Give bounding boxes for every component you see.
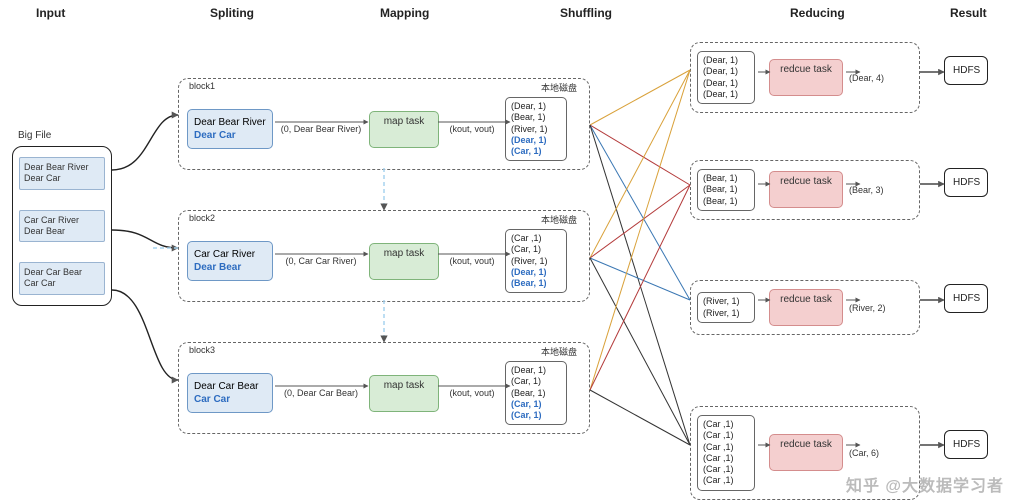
kv: (Dear, 1)	[511, 101, 561, 112]
stage-mapping: Mapping	[380, 6, 429, 20]
map-output: (Dear, 1) (Car, 1) (Bear, 1) (Car, 1) (C…	[505, 361, 567, 425]
kv: (River, 1)	[703, 308, 749, 319]
split-line1: Dear Bear River	[194, 116, 266, 129]
kv: (River, 1)	[511, 124, 561, 135]
reduce-task: redcue task	[769, 289, 843, 326]
kv: (Dear, 1)	[703, 78, 749, 89]
watermark: 知乎 @大数据学习者	[846, 472, 1004, 496]
kv: (Car, 1)	[511, 244, 561, 255]
disk-label: 本地磁盘	[541, 345, 577, 358]
stage-splitting: Spliting	[210, 6, 254, 20]
map-output: (Car ,1) (Car, 1) (River, 1) (Dear, 1) (…	[505, 229, 567, 293]
kv: (Bear, 1)	[703, 196, 749, 207]
reduce-out: (Car, 6)	[849, 448, 879, 458]
reduce-task: redcue task	[769, 171, 843, 208]
block-label: block1	[189, 81, 215, 91]
reduce-input: (Bear, 1) (Bear, 1) (Bear, 1)	[697, 169, 755, 211]
file-line: Dear Bear River Dear Car	[19, 157, 105, 190]
kv-label: (kout, vout)	[449, 256, 494, 266]
split-box: Dear Bear River Dear Car	[187, 109, 273, 149]
kv: (Car, 1)	[511, 146, 561, 157]
kv: (Car ,1)	[703, 430, 749, 441]
split-line1: Dear Car Bear	[194, 380, 266, 393]
block-group-2: block2 本地磁盘 Car Car River Dear Bear (0, …	[178, 210, 590, 302]
kv: (Bear, 1)	[703, 184, 749, 195]
kv: (Dear, 1)	[511, 365, 561, 376]
reduce-out: (River, 2)	[849, 303, 886, 313]
kv: (Car, 1)	[511, 376, 561, 387]
map-output: (Dear, 1) (Bear, 1) (River, 1) (Dear, 1)…	[505, 97, 567, 161]
map-input-label: (0, Dear Bear River)	[281, 124, 362, 134]
kv: (Car ,1)	[703, 419, 749, 430]
kv: (Bear, 1)	[703, 173, 749, 184]
reduce-group-dear: (Dear, 1) (Dear, 1) (Dear, 1) (Dear, 1) …	[690, 42, 920, 113]
kv: (Bear, 1)	[511, 278, 561, 289]
kv: (Car, 1)	[511, 399, 561, 410]
disk-label: 本地磁盘	[541, 81, 577, 94]
file-line: Dear Car Bear Car Car	[19, 262, 105, 295]
kv: (Car ,1)	[703, 475, 749, 486]
block-label: block3	[189, 345, 215, 355]
split-box: Dear Car Bear Car Car	[187, 373, 273, 413]
stage-input: Input	[36, 6, 65, 20]
kv: (Dear, 1)	[511, 135, 561, 146]
kv-label: (kout, vout)	[449, 124, 494, 134]
file-line: Car Car River Dear Bear	[19, 210, 105, 243]
hdfs-output: HDFS	[944, 430, 988, 459]
stage-reducing: Reducing	[790, 6, 845, 20]
kv: (River, 1)	[703, 296, 749, 307]
split-line2: Car Car	[194, 393, 266, 406]
kv-label: (kout, vout)	[449, 388, 494, 398]
reduce-group-river: (River, 1) (River, 1) redcue task (River…	[690, 280, 920, 335]
block-group-3: block3 本地磁盘 Dear Car Bear Car Car (0, De…	[178, 342, 590, 434]
kv: (Car, 1)	[511, 410, 561, 421]
map-task: map task	[369, 111, 439, 148]
map-input-label: (0, Car Car River)	[285, 256, 356, 266]
split-box: Car Car River Dear Bear	[187, 241, 273, 281]
split-line1: Car Car River	[194, 248, 266, 261]
hdfs-output: HDFS	[944, 284, 988, 313]
reduce-group-bear: (Bear, 1) (Bear, 1) (Bear, 1) redcue tas…	[690, 160, 920, 220]
kv: (Dear, 1)	[511, 267, 561, 278]
block-group-1: block1 本地磁盘 Dear Bear River Dear Car (0,…	[178, 78, 590, 170]
reduce-input: (Dear, 1) (Dear, 1) (Dear, 1) (Dear, 1)	[697, 51, 755, 104]
reduce-task: redcue task	[769, 434, 843, 471]
split-line2: Dear Bear	[194, 261, 266, 274]
big-file-label: Big File	[18, 130, 51, 141]
hdfs-output: HDFS	[944, 168, 988, 197]
reduce-task: redcue task	[769, 59, 843, 96]
stage-shuffling: Shuffling	[560, 6, 612, 20]
reduce-input: (Car ,1) (Car ,1) (Car ,1) (Car ,1) (Car…	[697, 415, 755, 491]
kv: (Bear, 1)	[511, 388, 561, 399]
kv: (Bear, 1)	[511, 112, 561, 123]
disk-label: 本地磁盘	[541, 213, 577, 226]
kv: (Car ,1)	[703, 442, 749, 453]
map-input-label: (0, Dear Car Bear)	[284, 388, 358, 398]
reduce-out: (Bear, 3)	[849, 185, 884, 195]
kv: (Car ,1)	[703, 464, 749, 475]
kv: (Dear, 1)	[703, 89, 749, 100]
block-label: block2	[189, 213, 215, 223]
kv: (Dear, 1)	[703, 55, 749, 66]
reduce-out: (Dear, 4)	[849, 73, 884, 83]
map-task: map task	[369, 243, 439, 280]
reduce-input: (River, 1) (River, 1)	[697, 292, 755, 323]
kv: (River, 1)	[511, 256, 561, 267]
map-task: map task	[369, 375, 439, 412]
kv: (Car ,1)	[511, 233, 561, 244]
stage-result: Result	[950, 6, 987, 20]
kv: (Dear, 1)	[703, 66, 749, 77]
hdfs-output: HDFS	[944, 56, 988, 85]
big-file: Dear Bear River Dear Car Car Car River D…	[12, 146, 112, 306]
kv: (Car ,1)	[703, 453, 749, 464]
split-line2: Dear Car	[194, 129, 266, 142]
